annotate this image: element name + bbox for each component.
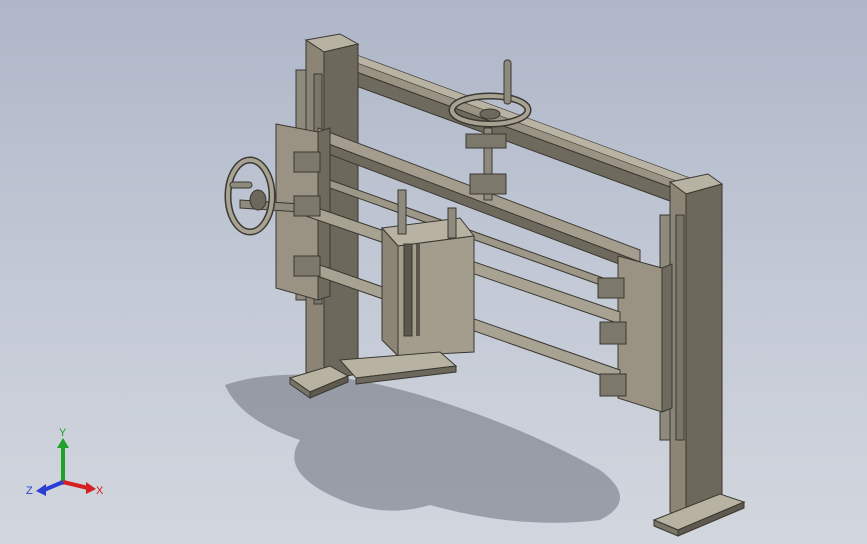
z-axis-label: Z xyxy=(26,485,33,497)
graphics-viewport[interactable]: Y X Z xyxy=(0,0,867,544)
x-axis-arrowhead xyxy=(86,482,96,494)
machine-3d-model[interactable] xyxy=(0,0,867,544)
y-axis-arrowhead xyxy=(57,438,69,448)
x-axis-arrow xyxy=(62,480,89,490)
z-axis-arrow xyxy=(43,480,64,492)
ground-shadow xyxy=(225,374,620,523)
side-handwheel[interactable] xyxy=(224,156,276,236)
coordinate-triad: Y X Z xyxy=(26,427,104,497)
z-axis-arrowhead xyxy=(36,484,46,496)
y-axis-label: Y xyxy=(59,427,67,439)
x-axis-label: X xyxy=(96,485,104,497)
